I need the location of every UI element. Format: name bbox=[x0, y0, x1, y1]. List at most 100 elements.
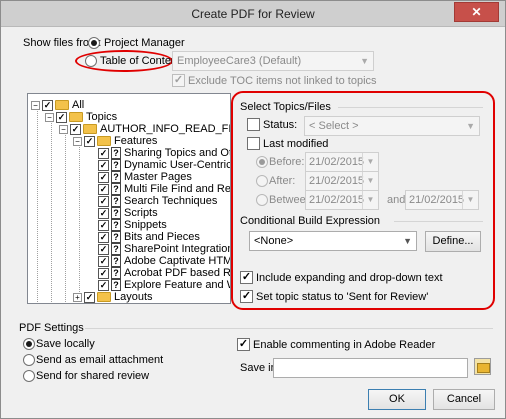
status-checkbox[interactable] bbox=[247, 118, 260, 131]
conditional-heading: Conditional Build Expression bbox=[240, 215, 381, 227]
and-date-value: 21/02/2015 bbox=[409, 194, 465, 206]
between-date[interactable]: 21/02/2015 ▼ bbox=[305, 190, 379, 210]
tree-checkbox[interactable]: ✓ bbox=[56, 111, 67, 123]
tree-checkbox[interactable]: ✓ bbox=[84, 135, 95, 147]
tree-item-label: Dynamic User-Centric Con bbox=[124, 159, 231, 171]
tree-item-label: Snippets bbox=[124, 219, 167, 231]
tree-item-label: All bbox=[72, 99, 85, 111]
tree-checkbox[interactable]: ✓ bbox=[70, 123, 81, 135]
tree-guide bbox=[37, 106, 38, 302]
tree-item-label: Topics bbox=[86, 111, 118, 123]
tree-item-label: SharePoint Integration bbox=[124, 243, 231, 255]
between-radio[interactable] bbox=[256, 194, 268, 206]
topic-page-icon: ? bbox=[111, 243, 121, 256]
include-expanding-checkbox[interactable]: ✓ bbox=[240, 271, 253, 284]
conditional-select[interactable]: <None> ▼ bbox=[249, 231, 417, 251]
last-modified-checkbox[interactable] bbox=[247, 137, 260, 150]
project-manager-label: Project Manager bbox=[104, 37, 185, 49]
status-select[interactable]: < Select > ▼ bbox=[304, 116, 480, 136]
save-in-field[interactable] bbox=[273, 358, 468, 378]
chevron-down-icon: ▼ bbox=[466, 121, 475, 131]
topics-tree[interactable]: −✓All −✓Topics −✓AUTHOR_INFO_READ_FIRST … bbox=[27, 93, 231, 304]
before-label: Before: bbox=[269, 156, 305, 168]
table-of-contents-radio[interactable] bbox=[85, 55, 97, 67]
tree-checkbox[interactable]: ✓ bbox=[98, 159, 109, 171]
before-date[interactable]: 21/02/2015 ▼ bbox=[305, 152, 379, 172]
close-button[interactable]: ✕ bbox=[454, 2, 499, 22]
enable-commenting-checkbox[interactable]: ✓ bbox=[237, 338, 250, 351]
tree-checkbox[interactable]: ✓ bbox=[98, 219, 109, 231]
collapse-icon[interactable]: − bbox=[45, 112, 54, 122]
and-date[interactable]: 21/02/2015 ▼ bbox=[405, 190, 479, 210]
folder-icon bbox=[97, 292, 111, 303]
calendar-dropdown-icon[interactable]: ▼ bbox=[362, 191, 378, 209]
browse-folder-icon[interactable] bbox=[474, 358, 491, 375]
set-status-label: Set topic status to 'Sent for Review' bbox=[256, 291, 429, 303]
tree-item-label: Multi File Find and Replace bbox=[124, 183, 231, 195]
tree-checkbox[interactable]: ✓ bbox=[98, 183, 109, 195]
topic-page-icon: ? bbox=[111, 219, 121, 232]
enable-commenting-label: Enable commenting in Adobe Reader bbox=[253, 339, 436, 351]
tree-item-label: Layouts bbox=[114, 291, 153, 303]
define-button[interactable]: Define... bbox=[425, 231, 481, 252]
exclude-toc-label: Exclude TOC items not linked to topics bbox=[188, 75, 377, 87]
after-radio[interactable] bbox=[256, 175, 268, 187]
tree-item[interactable]: + ✓ Layouts bbox=[73, 291, 153, 303]
divider bbox=[85, 328, 493, 329]
title-bar: Create PDF for Review ✕ bbox=[1, 1, 505, 27]
topic-page-icon: ? bbox=[111, 171, 121, 184]
toc-select-value: EmployeeCare3 (Default) bbox=[177, 55, 302, 67]
tree-item-label: AUTHOR_INFO_READ_FIRST bbox=[100, 123, 231, 135]
tree-checkbox[interactable]: ✓ bbox=[42, 99, 53, 111]
tree-checkbox[interactable]: ✓ bbox=[98, 195, 109, 207]
tree-item-label: Acrobat PDF based Revie bbox=[124, 267, 231, 279]
expand-icon[interactable]: + bbox=[73, 292, 82, 302]
ok-button[interactable]: OK bbox=[368, 389, 426, 410]
tree-guide bbox=[51, 118, 52, 302]
tree-item-label: Bits and Pieces bbox=[124, 231, 200, 243]
after-label: After: bbox=[269, 175, 296, 187]
tree-checkbox[interactable]: ✓ bbox=[98, 267, 109, 279]
before-radio[interactable] bbox=[256, 156, 268, 168]
pdf-settings-heading: PDF Settings bbox=[19, 322, 84, 334]
collapse-icon[interactable]: − bbox=[31, 100, 40, 110]
chevron-down-icon: ▼ bbox=[360, 56, 369, 66]
folder-icon bbox=[69, 112, 83, 123]
tree-item-label: Explore Feature and Work bbox=[124, 279, 230, 291]
folder-icon bbox=[55, 100, 69, 111]
tree-checkbox[interactable]: ✓ bbox=[98, 243, 109, 255]
collapse-icon[interactable]: − bbox=[59, 124, 68, 134]
tree-checkbox[interactable]: ✓ bbox=[98, 231, 109, 243]
tree-item-label: Features bbox=[114, 135, 158, 147]
send-email-label: Send as email attachment bbox=[36, 354, 164, 366]
tree-checkbox[interactable]: ✓ bbox=[84, 291, 95, 303]
tree-checkbox[interactable]: ✓ bbox=[98, 147, 109, 159]
after-date[interactable]: 21/02/2015 ▼ bbox=[305, 171, 379, 191]
topic-page-icon: ? bbox=[111, 147, 121, 160]
cancel-button[interactable]: Cancel bbox=[433, 389, 495, 410]
tree-checkbox[interactable]: ✓ bbox=[98, 207, 109, 219]
calendar-dropdown-icon[interactable]: ▼ bbox=[362, 153, 378, 171]
conditional-select-value: <None> bbox=[254, 235, 294, 247]
save-locally-radio[interactable] bbox=[23, 338, 35, 350]
tree-item-label: Adobe Captivate HTML5 C bbox=[124, 255, 230, 267]
toc-select[interactable]: EmployeeCare3 (Default) ▼ bbox=[172, 51, 374, 71]
topic-page-icon: ? bbox=[111, 207, 121, 220]
set-status-checkbox[interactable]: ✓ bbox=[240, 290, 253, 303]
tree-checkbox[interactable]: ✓ bbox=[98, 279, 109, 291]
send-shared-radio[interactable] bbox=[23, 370, 35, 382]
select-topics-heading: Select Topics/Files bbox=[240, 101, 331, 113]
calendar-dropdown-icon[interactable]: ▼ bbox=[362, 172, 378, 190]
project-manager-radio[interactable] bbox=[88, 37, 100, 49]
collapse-icon[interactable]: − bbox=[73, 136, 82, 146]
last-modified-label: Last modified bbox=[263, 138, 329, 150]
send-email-radio[interactable] bbox=[23, 354, 35, 366]
calendar-dropdown-icon[interactable]: ▼ bbox=[462, 191, 478, 209]
tree-checkbox[interactable]: ✓ bbox=[98, 171, 109, 183]
divider bbox=[338, 107, 483, 108]
and-label: and bbox=[387, 194, 406, 206]
exclude-toc-checkbox[interactable]: ✓ bbox=[172, 74, 185, 87]
folder-icon bbox=[97, 136, 111, 147]
tree-checkbox[interactable]: ✓ bbox=[98, 255, 109, 267]
topic-page-icon: ? bbox=[111, 231, 121, 244]
